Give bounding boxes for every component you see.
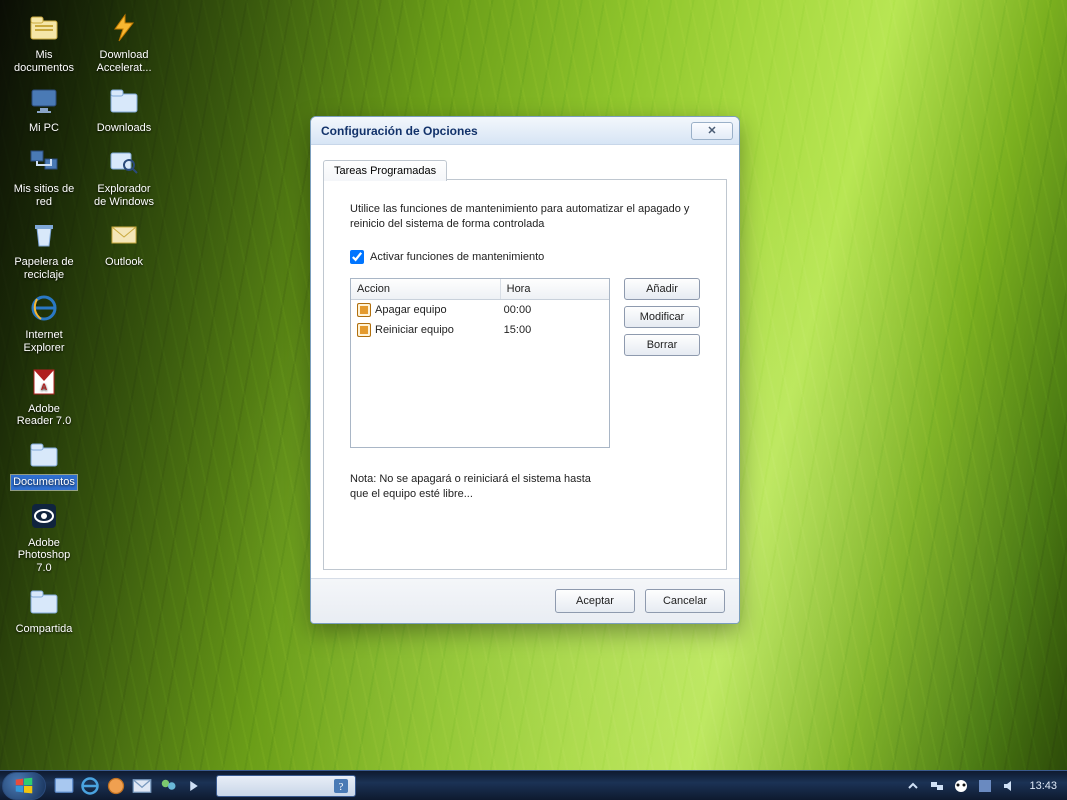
task-action: Apagar equipo <box>375 304 447 316</box>
note-text: Nota: No se apagará o reiniciará el sist… <box>350 472 610 502</box>
desktop-icon-ps[interactable]: Adobe Photoshop 7.0 <box>8 496 80 578</box>
tray-security-icon[interactable] <box>953 778 969 794</box>
task-time: 15:00 <box>504 324 603 336</box>
ql-show-desktop-icon[interactable] <box>54 776 74 796</box>
desktop-icon-netpl[interactable]: Mis sitios de red <box>8 142 80 211</box>
desktop-icon-label: Outlook <box>103 255 145 270</box>
desktop-icon-label: Papelera de reciclaje <box>10 255 78 282</box>
desktop-icon-label: Downloads <box>95 121 153 136</box>
tab-strip: Tareas Programadas <box>323 159 727 180</box>
taskbar-app-button[interactable]: ? <box>216 775 356 797</box>
edit-button[interactable]: Modificar <box>624 306 700 328</box>
desktop-icon-dls[interactable]: Downloads <box>88 81 160 138</box>
docsfold-icon <box>26 437 62 473</box>
task-action: Reiniciar equipo <box>375 324 454 336</box>
task-row[interactable]: Reiniciar equipo 15:00 <box>351 320 609 340</box>
col-action[interactable]: Accion <box>351 279 501 299</box>
desktop-icon-dla[interactable]: Download Accelerat... <box>88 8 160 77</box>
shared-icon <box>26 584 62 620</box>
mydocs-icon <box>26 10 62 46</box>
dla-icon <box>106 10 142 46</box>
tray-app-icon[interactable] <box>977 778 993 794</box>
desktop-icon-docsfold[interactable]: Documentos <box>8 435 80 492</box>
system-tray: 13:43 <box>895 778 1067 794</box>
desktop-icon-label: Explorador de Windows <box>90 182 158 209</box>
desktop-icon-mydocs[interactable]: Mis documentos <box>8 8 80 77</box>
windows-logo-icon <box>13 775 35 797</box>
tray-network-icon[interactable] <box>929 778 945 794</box>
ie-icon <box>26 290 62 326</box>
desktop-icon-label: Mi PC <box>27 121 61 136</box>
desktop-icon-ie[interactable]: Internet Explorer <box>8 288 80 357</box>
tasks-list-header: Accion Hora <box>351 279 609 300</box>
desktop-icon-label: Download Accelerat... <box>90 48 158 75</box>
add-button[interactable]: Añadir <box>624 278 700 300</box>
ql-people-icon[interactable] <box>158 776 178 796</box>
recycle-icon <box>26 217 62 253</box>
explorer-icon <box>106 144 142 180</box>
tab-scheduled-tasks[interactable]: Tareas Programadas <box>323 160 447 181</box>
intro-text: Utilice las funciones de mantenimiento p… <box>350 202 700 232</box>
help-icon: ? <box>333 778 349 794</box>
dialog-client: Tareas Programadas Utilice las funciones… <box>311 145 739 578</box>
desktop-icon-outlook[interactable]: Outlook <box>88 215 160 284</box>
desktop-icon-label: Adobe Reader 7.0 <box>10 402 78 429</box>
tab-page: Utilice las funciones de mantenimiento p… <box>323 180 727 570</box>
desktop-icon-recycle[interactable]: Papelera de reciclaje <box>8 215 80 284</box>
col-time[interactable]: Hora <box>501 279 609 299</box>
ql-arrow-icon[interactable] <box>184 776 204 796</box>
start-button[interactable] <box>2 772 46 800</box>
task-time: 00:00 <box>504 304 603 316</box>
ok-button[interactable]: Aceptar <box>555 589 635 613</box>
tasks-list-body: Apagar equipo 00:00 Reiniciar equipo 15:00 <box>351 300 609 340</box>
desktop-icon-label: Mis sitios de red <box>10 182 78 209</box>
enable-maintenance-label: Activar funciones de mantenimiento <box>370 251 544 263</box>
ql-mail-icon[interactable] <box>132 776 152 796</box>
desktop-icon-label: Mis documentos <box>10 48 78 75</box>
quick-launch <box>54 776 204 796</box>
desktop-icon-label: Adobe Photoshop 7.0 <box>10 536 78 576</box>
enable-maintenance-checkbox[interactable]: Activar funciones de mantenimiento <box>350 250 700 264</box>
task-icon <box>357 323 371 337</box>
desktop-icons: Mis documentos Download Accelerat... Mi PC… <box>8 8 160 638</box>
desktop-icon-reader[interactable]: A Adobe Reader 7.0 <box>8 362 80 431</box>
outlook-icon <box>106 217 142 253</box>
dls-icon <box>106 83 142 119</box>
task-buttons: Añadir Modificar Borrar <box>624 278 700 448</box>
desktop-icon-explorer[interactable]: Explorador de Windows <box>88 142 160 211</box>
dialog-titlebar[interactable]: Configuración de Opciones ✕ <box>311 117 739 145</box>
desktop-icon-label: Internet Explorer <box>10 328 78 355</box>
delete-button[interactable]: Borrar <box>624 334 700 356</box>
task-row[interactable]: Apagar equipo 00:00 <box>351 300 609 320</box>
options-dialog: Configuración de Opciones ✕ Tareas Progr… <box>310 116 740 624</box>
tab-filler <box>447 159 727 180</box>
ql-media-icon[interactable] <box>106 776 126 796</box>
cancel-button[interactable]: Cancelar <box>645 589 725 613</box>
close-icon: ✕ <box>707 124 716 137</box>
taskbar-clock[interactable]: 13:43 <box>1025 780 1057 792</box>
dialog-buttons: Aceptar Cancelar <box>311 578 739 623</box>
dialog-title: Configuración de Opciones <box>321 124 478 138</box>
desktop-icon-shared[interactable]: Compartida <box>8 582 80 639</box>
ql-ie-icon[interactable] <box>80 776 100 796</box>
ps-icon <box>26 498 62 534</box>
task-icon <box>357 303 371 317</box>
svg-text:A: A <box>41 382 48 392</box>
desktop-icon-label: Compartida <box>14 622 75 637</box>
tray-expand-icon[interactable] <box>905 778 921 794</box>
desktop-icon-mypc[interactable]: Mi PC <box>8 81 80 138</box>
tray-volume-icon[interactable] <box>1001 778 1017 794</box>
tab-label: Tareas Programadas <box>334 165 436 177</box>
close-button[interactable]: ✕ <box>691 122 733 140</box>
mypc-icon <box>26 83 62 119</box>
netpl-icon <box>26 144 62 180</box>
desktop-icon-label: Documentos <box>11 475 77 490</box>
svg-text:?: ? <box>339 781 344 793</box>
taskbar: ? 13:43 <box>0 770 1067 800</box>
enable-maintenance-input[interactable] <box>350 250 364 264</box>
tasks-list[interactable]: Accion Hora Apagar equipo 00:00 Reiniciar … <box>350 278 610 448</box>
reader-icon: A <box>26 364 62 400</box>
